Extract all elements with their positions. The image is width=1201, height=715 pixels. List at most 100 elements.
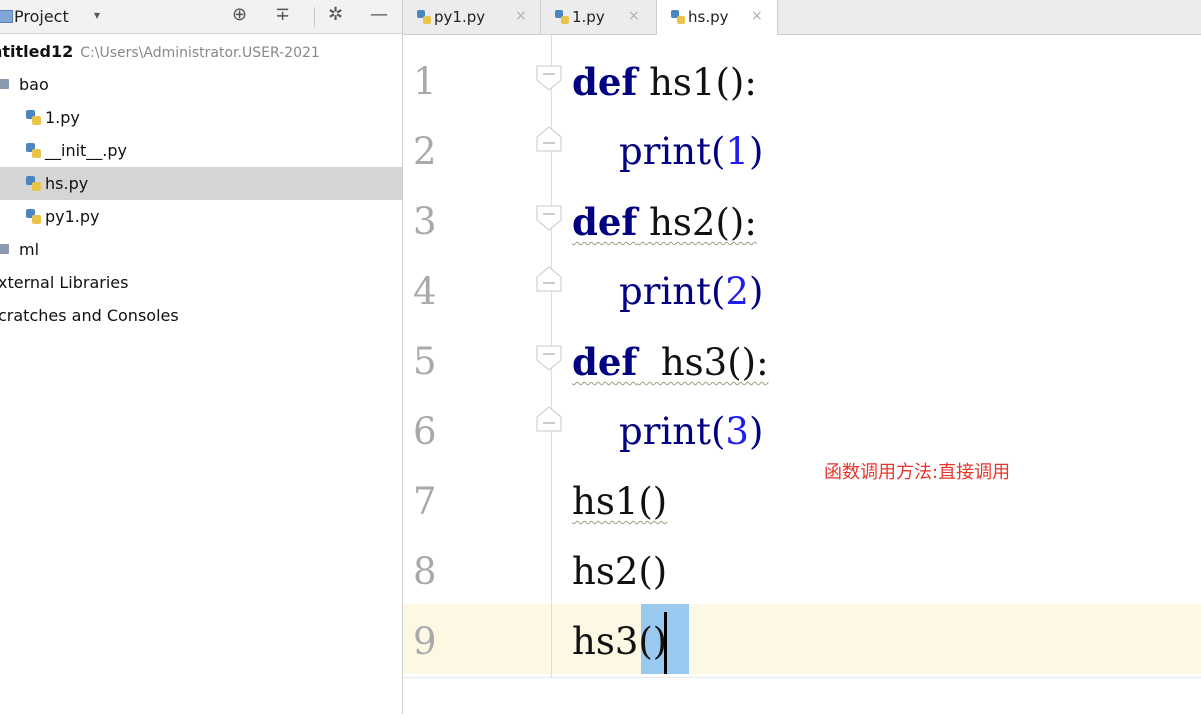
code-text: hs2() (572, 550, 668, 593)
fold-end-icon[interactable] (536, 406, 562, 432)
code-text: hs1(): (637, 61, 757, 104)
builtin-print: print (619, 270, 711, 313)
fold-end-icon[interactable] (536, 266, 562, 292)
current-line-highlight (403, 604, 1201, 674)
folder-icon (0, 244, 9, 254)
python-file-icon (26, 209, 41, 224)
gear-icon[interactable]: ✲ (328, 4, 343, 25)
python-file-icon (417, 10, 431, 24)
paren: ) (748, 130, 764, 173)
line-number: 4 (413, 270, 437, 313)
line-number: 6 (413, 410, 437, 453)
tree-item-hs-py[interactable]: hs.py (0, 167, 402, 200)
project-panel-header: Project ▾ ⊕ ∓ ✲ — (0, 0, 402, 34)
python-file-icon (26, 110, 41, 125)
python-file-icon (26, 176, 41, 191)
code-text: hs2(): (637, 201, 757, 244)
folder-icon (0, 79, 9, 89)
paren: ( (710, 130, 726, 173)
code-line-8[interactable]: hs2() (572, 550, 667, 593)
code-line-3[interactable]: def hs2(): (572, 200, 757, 244)
keyword-def: def (572, 200, 638, 244)
number-literal: 1 (725, 130, 749, 173)
fold-collapse-icon[interactable] (536, 345, 562, 371)
line-number: 5 (413, 340, 437, 383)
fold-end-icon[interactable] (536, 126, 562, 152)
number-literal: 2 (725, 270, 749, 313)
tree-item-label: __init__.py (45, 141, 128, 160)
project-view-icon (0, 10, 13, 23)
line-number: 7 (413, 480, 437, 523)
tree-item-bao[interactable]: bao (0, 68, 402, 101)
tree-item-scratches-and-consoles[interactable]: cratches and Consoles (0, 299, 402, 332)
code-line-9[interactable]: hs3() (572, 620, 667, 663)
tree-item-label: cratches and Consoles (0, 306, 179, 325)
line-number: 8 (413, 550, 437, 593)
python-file-icon (26, 143, 41, 158)
tree-root-project[interactable]: ntitled12 C:\Users\Administrator.USER-202… (0, 35, 402, 68)
paren: ) (748, 410, 764, 453)
close-icon[interactable]: × (751, 8, 763, 24)
line-number: 2 (413, 130, 437, 173)
paren: ( (710, 270, 726, 313)
close-icon[interactable]: × (628, 8, 640, 24)
builtin-print: print (619, 410, 711, 453)
chevron-down-icon[interactable]: ▾ (94, 8, 100, 22)
editor-bottom-area (403, 677, 1201, 715)
tab-1-py[interactable]: 1.py × (541, 0, 657, 34)
code-line-4[interactable]: print(2) (572, 270, 763, 313)
tree-item-external-libraries[interactable]: xternal Libraries (0, 266, 402, 299)
code-line-1[interactable]: def hs1(): (572, 60, 757, 104)
code-line-2[interactable]: print(1) (572, 130, 763, 173)
editor-tab-bar: py1.py × 1.py × hs.py × (403, 0, 1201, 35)
annotation-text: 函数调用方法:直接调用 (824, 462, 1011, 483)
paren: ) (748, 270, 764, 313)
paren: ( (710, 410, 726, 453)
minimize-icon[interactable]: — (370, 4, 388, 25)
project-tree: ntitled12 C:\Users\Administrator.USER-202… (0, 35, 402, 332)
keyword-def: def (572, 340, 638, 384)
project-root-name: ntitled12 (0, 42, 74, 61)
tab-label: hs.py (688, 8, 729, 26)
tree-item-1-py[interactable]: 1.py (0, 101, 402, 134)
header-separator (314, 7, 315, 27)
collapse-all-icon[interactable]: ∓ (275, 4, 290, 25)
line-number: 3 (413, 200, 437, 243)
code-text: hs3(): (637, 341, 769, 384)
fold-collapse-icon[interactable] (536, 65, 562, 91)
project-root-path: C:\Users\Administrator.USER-2021 (80, 45, 320, 61)
tree-item-init-py[interactable]: __init__.py (0, 134, 402, 167)
code-line-7[interactable]: hs1() (572, 480, 667, 523)
line-number: 1 (413, 60, 437, 103)
tree-item-label: 1.py (45, 108, 80, 127)
number-literal: 3 (725, 410, 749, 453)
line-number: 9 (413, 620, 437, 663)
tree-item-label: py1.py (45, 207, 100, 226)
python-file-icon (555, 10, 569, 24)
target-icon[interactable]: ⊕ (232, 4, 247, 25)
code-line-5[interactable]: def hs3(): (572, 340, 769, 384)
close-icon[interactable]: × (515, 8, 527, 24)
tree-item-label: bao (19, 75, 49, 94)
code-text: hs1() (572, 480, 668, 523)
builtin-print: print (619, 130, 711, 173)
tab-label: 1.py (572, 8, 605, 26)
tab-label: py1.py (434, 8, 486, 26)
keyword-def: def (572, 60, 638, 104)
tree-item-ml[interactable]: ml (0, 233, 402, 266)
tree-item-label: ml (19, 240, 40, 259)
tree-item-py1-py[interactable]: py1.py (0, 200, 402, 233)
code-line-6[interactable]: print(3) (572, 410, 763, 453)
code-text: hs3() (572, 620, 668, 663)
text-cursor (664, 612, 667, 674)
project-view-selector[interactable]: Project (14, 7, 69, 26)
tab-hs-py[interactable]: hs.py × (657, 0, 778, 35)
fold-collapse-icon[interactable] (536, 205, 562, 231)
project-panel: Project ▾ ⊕ ∓ ✲ — ntitled12 C:\Users\Admi… (0, 0, 402, 714)
tab-py1-py[interactable]: py1.py × (403, 0, 541, 34)
python-file-icon (671, 10, 685, 24)
tree-item-label: xternal Libraries (0, 273, 129, 292)
